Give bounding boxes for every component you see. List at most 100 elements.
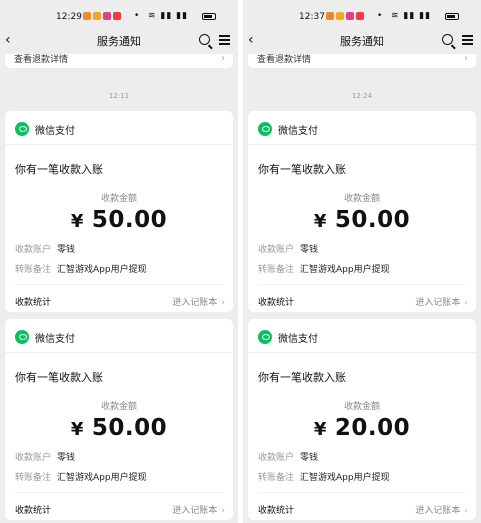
app-notification-icon bbox=[93, 12, 101, 20]
account-key: 收款账户 bbox=[258, 453, 295, 463]
amount-label: 收款金额 bbox=[343, 402, 380, 412]
chevron-right-icon: › bbox=[464, 506, 468, 516]
amount-value: 50.00 bbox=[334, 207, 411, 233]
account-key: 收款账户 bbox=[258, 245, 295, 255]
divider bbox=[248, 144, 476, 145]
ledger-label: 进入记账本 bbox=[172, 506, 218, 516]
brand-name: 微信支付 bbox=[278, 125, 318, 137]
status-time: 12:29 bbox=[56, 12, 82, 22]
stats-label: 收款统计 bbox=[15, 298, 52, 308]
wechat-pay-logo-icon bbox=[258, 330, 272, 344]
nav-bar: ‹ 服务通知 bbox=[0, 28, 238, 54]
app-notification-icon bbox=[336, 12, 344, 20]
account-value: 零钱 bbox=[300, 245, 319, 255]
wechat-pay-logo-icon bbox=[15, 330, 29, 344]
divider bbox=[248, 352, 476, 353]
card-header: 微信支付 bbox=[258, 329, 318, 345]
wechat-pay-logo-icon bbox=[258, 122, 272, 136]
currency-symbol: ¥ bbox=[70, 211, 84, 232]
search-icon[interactable] bbox=[199, 34, 210, 45]
account-key: 收款账户 bbox=[15, 453, 52, 463]
card-header: 微信支付 bbox=[15, 329, 75, 345]
status-time: 12:37 bbox=[299, 12, 325, 22]
ledger-label: 进入记账本 bbox=[415, 298, 461, 308]
card-header: 微信支付 bbox=[15, 121, 75, 137]
chevron-right-icon: › bbox=[221, 53, 225, 64]
remark-value: 汇智游戏App用户提现 bbox=[300, 265, 390, 275]
more-dot-icon: • bbox=[134, 11, 140, 21]
ledger-label: 进入记账本 bbox=[172, 298, 218, 308]
account-row: 收款账户 零钱 bbox=[258, 450, 318, 463]
amount-label: 收款金额 bbox=[100, 194, 137, 204]
divider bbox=[258, 492, 466, 493]
chevron-right-icon: › bbox=[464, 53, 468, 64]
signal-wifi-icons: ≋ ▮▮ ▮▮ bbox=[148, 11, 189, 21]
currency-symbol: ¥ bbox=[313, 419, 327, 440]
app-notification-icon bbox=[113, 12, 121, 20]
notification-headline: 你有一笔收款入账 bbox=[258, 163, 346, 176]
remark-key: 转账备注 bbox=[258, 265, 295, 275]
refund-details-link[interactable]: 查看退款详情 › bbox=[5, 53, 233, 68]
ledger-link[interactable]: 进入记账本 › bbox=[172, 503, 225, 516]
app-notification-icon bbox=[103, 12, 111, 20]
account-row: 收款账户 零钱 bbox=[258, 242, 318, 255]
phone-screen-left: 12:29 • ≋ ▮▮ ▮▮ ‹ 服务通知 查看退款详情 › 12:11 微信… bbox=[0, 0, 238, 523]
message-timestamp: 12:24 bbox=[351, 92, 373, 100]
notification-headline: 你有一笔收款入账 bbox=[15, 371, 103, 384]
menu-icon[interactable] bbox=[462, 35, 473, 45]
payment-notification-card[interactable]: 微信支付 你有一笔收款入账 收款金额 ¥50.00 收款账户 零钱 转账备注 汇智游… bbox=[5, 319, 233, 520]
amount-display: ¥20.00 bbox=[248, 415, 476, 441]
remark-value: 汇智游戏App用户提现 bbox=[57, 265, 147, 275]
remark-key: 转账备注 bbox=[15, 265, 52, 275]
ledger-link[interactable]: 进入记账本 › bbox=[415, 503, 468, 516]
chevron-right-icon: › bbox=[464, 298, 468, 308]
chevron-right-icon: › bbox=[221, 506, 225, 516]
account-row: 收款账户 零钱 bbox=[15, 450, 75, 463]
divider bbox=[258, 284, 466, 285]
chevron-right-icon: › bbox=[221, 298, 225, 308]
account-value: 零钱 bbox=[57, 453, 76, 463]
status-bar: 12:29 • ≋ ▮▮ ▮▮ bbox=[0, 0, 238, 28]
message-timestamp: 12:11 bbox=[108, 92, 130, 100]
amount-value: 50.00 bbox=[91, 415, 168, 441]
brand-name: 微信支付 bbox=[35, 333, 75, 345]
amount-label: 收款金额 bbox=[100, 402, 137, 412]
currency-symbol: ¥ bbox=[70, 419, 84, 440]
ledger-link[interactable]: 进入记账本 › bbox=[415, 295, 468, 308]
search-icon[interactable] bbox=[442, 34, 453, 45]
account-value: 零钱 bbox=[300, 453, 319, 463]
notification-icons bbox=[83, 12, 121, 20]
brand-name: 微信支付 bbox=[278, 333, 318, 345]
wechat-pay-logo-icon bbox=[15, 122, 29, 136]
currency-symbol: ¥ bbox=[313, 211, 327, 232]
remark-row: 转账备注 汇智游戏App用户提现 bbox=[15, 262, 147, 275]
app-notification-icon bbox=[356, 12, 364, 20]
account-key: 收款账户 bbox=[15, 245, 52, 255]
divider bbox=[15, 284, 223, 285]
payment-notification-card[interactable]: 微信支付 你有一笔收款入账 收款金额 ¥20.00 收款账户 零钱 转账备注 汇智游… bbox=[248, 319, 476, 520]
app-notification-icon bbox=[83, 12, 91, 20]
amount-display: ¥50.00 bbox=[248, 207, 476, 233]
amount-value: 20.00 bbox=[334, 415, 411, 441]
payment-notification-card[interactable]: 微信支付 你有一笔收款入账 收款金额 ¥50.00 收款账户 零钱 转账备注 汇智游… bbox=[248, 111, 476, 312]
amount-value: 50.00 bbox=[91, 207, 168, 233]
brand-name: 微信支付 bbox=[35, 125, 75, 137]
signal-wifi-icons: ≋ ▮▮ ▮▮ bbox=[391, 11, 432, 21]
remark-value: 汇智游戏App用户提现 bbox=[57, 473, 147, 483]
app-notification-icon bbox=[346, 12, 354, 20]
card-header: 微信支付 bbox=[258, 121, 318, 137]
ledger-link[interactable]: 进入记账本 › bbox=[172, 295, 225, 308]
battery-icon bbox=[445, 13, 459, 20]
app-notification-icon bbox=[326, 12, 334, 20]
refund-details-link[interactable]: 查看退款详情 › bbox=[248, 53, 476, 68]
ledger-label: 进入记账本 bbox=[415, 506, 461, 516]
account-value: 零钱 bbox=[57, 245, 76, 255]
refund-details-label: 查看退款详情 bbox=[257, 55, 312, 65]
stats-label: 收款统计 bbox=[258, 506, 295, 516]
more-dot-icon: • bbox=[377, 11, 383, 21]
payment-notification-card[interactable]: 微信支付 你有一笔收款入账 收款金额 ¥50.00 收款账户 零钱 转账备注 汇智游… bbox=[5, 111, 233, 312]
phone-screen-right: 12:37 • ≋ ▮▮ ▮▮ ‹ 服务通知 查看退款详情 › 12:24 微信… bbox=[243, 0, 481, 523]
amount-label: 收款金额 bbox=[343, 194, 380, 204]
remark-key: 转账备注 bbox=[258, 473, 295, 483]
menu-icon[interactable] bbox=[219, 35, 230, 45]
